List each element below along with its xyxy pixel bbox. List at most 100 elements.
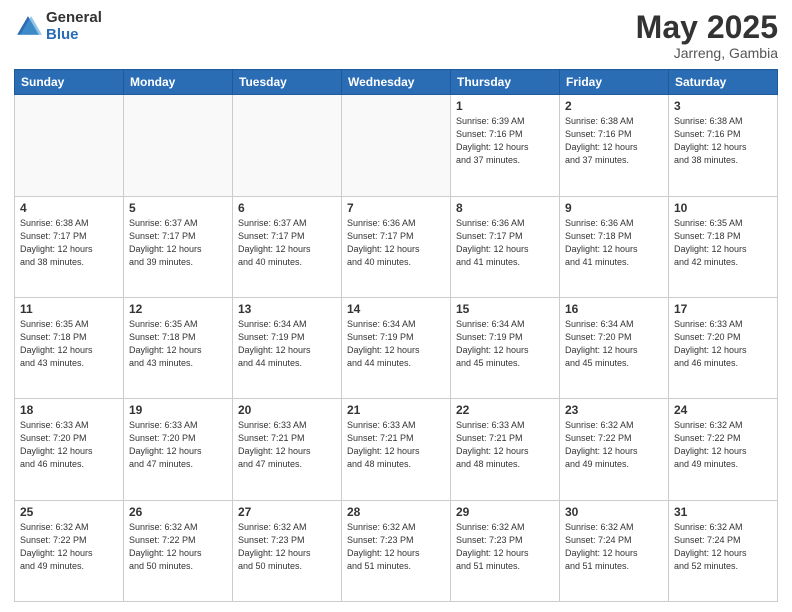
day-info: Sunrise: 6:33 AM Sunset: 7:20 PM Dayligh… bbox=[129, 419, 227, 471]
logo-icon bbox=[14, 13, 42, 41]
day-info: Sunrise: 6:35 AM Sunset: 7:18 PM Dayligh… bbox=[129, 318, 227, 370]
title-month: May 2025 bbox=[636, 10, 778, 45]
day-number: 31 bbox=[674, 505, 772, 519]
day-number: 25 bbox=[20, 505, 118, 519]
table-row: 2Sunrise: 6:38 AM Sunset: 7:16 PM Daylig… bbox=[560, 95, 669, 196]
col-wednesday: Wednesday bbox=[342, 70, 451, 95]
day-number: 4 bbox=[20, 201, 118, 215]
day-number: 22 bbox=[456, 403, 554, 417]
title-block: May 2025 Jarreng, Gambia bbox=[636, 10, 778, 61]
table-row: 19Sunrise: 6:33 AM Sunset: 7:20 PM Dayli… bbox=[124, 399, 233, 500]
header: General Blue May 2025 Jarreng, Gambia bbox=[14, 10, 778, 61]
week-row-4: 18Sunrise: 6:33 AM Sunset: 7:20 PM Dayli… bbox=[15, 399, 778, 500]
day-number: 8 bbox=[456, 201, 554, 215]
day-info: Sunrise: 6:35 AM Sunset: 7:18 PM Dayligh… bbox=[674, 217, 772, 269]
col-friday: Friday bbox=[560, 70, 669, 95]
table-row: 31 Sunrise: 6:32 AM Sunset: 7:24 PM Dayli… bbox=[669, 500, 778, 601]
table-row: 23Sunrise: 6:32 AM Sunset: 7:22 PM Dayli… bbox=[560, 399, 669, 500]
week-row-3: 11Sunrise: 6:35 AM Sunset: 7:18 PM Dayli… bbox=[15, 297, 778, 398]
day-number: 7 bbox=[347, 201, 445, 215]
table-row: 11Sunrise: 6:35 AM Sunset: 7:18 PM Dayli… bbox=[15, 297, 124, 398]
day-info: Sunrise: 6:36 AM Sunset: 7:18 PM Dayligh… bbox=[565, 217, 663, 269]
day-number: 6 bbox=[238, 201, 336, 215]
table-row: 30Sunrise: 6:32 AM Sunset: 7:24 PM Dayli… bbox=[560, 500, 669, 601]
day-info: Sunrise: 6:34 AM Sunset: 7:19 PM Dayligh… bbox=[238, 318, 336, 370]
day-number: 16 bbox=[565, 302, 663, 316]
day-info: Sunrise: 6:33 AM Sunset: 7:20 PM Dayligh… bbox=[674, 318, 772, 370]
day-number: 27 bbox=[238, 505, 336, 519]
table-row: 3Sunrise: 6:38 AM Sunset: 7:16 PM Daylig… bbox=[669, 95, 778, 196]
table-row: 1 Sunrise: 6:39 AM Sunset: 7:16 PM Daylig… bbox=[451, 95, 560, 196]
day-number: 10 bbox=[674, 201, 772, 215]
day-info: Sunrise: 6:32 AM Sunset: 7:22 PM Dayligh… bbox=[20, 521, 118, 573]
col-sunday: Sunday bbox=[15, 70, 124, 95]
table-row: 21Sunrise: 6:33 AM Sunset: 7:21 PM Dayli… bbox=[342, 399, 451, 500]
day-info: Sunrise: 6:37 AM Sunset: 7:17 PM Dayligh… bbox=[238, 217, 336, 269]
table-row: 24Sunrise: 6:32 AM Sunset: 7:22 PM Dayli… bbox=[669, 399, 778, 500]
day-number: 23 bbox=[565, 403, 663, 417]
table-row bbox=[124, 95, 233, 196]
table-row: 26 Sunrise: 6:32 AM Sunset: 7:22 PM Dayli… bbox=[124, 500, 233, 601]
day-number: 24 bbox=[674, 403, 772, 417]
col-tuesday: Tuesday bbox=[233, 70, 342, 95]
day-info: Sunrise: 6:36 AM Sunset: 7:17 PM Dayligh… bbox=[456, 217, 554, 269]
table-row: 27 Sunrise: 6:32 AM Sunset: 7:23 PM Dayli… bbox=[233, 500, 342, 601]
table-row bbox=[15, 95, 124, 196]
col-thursday: Thursday bbox=[451, 70, 560, 95]
page: General Blue May 2025 Jarreng, Gambia Su… bbox=[0, 0, 792, 612]
day-info: Sunrise: 6:34 AM Sunset: 7:19 PM Dayligh… bbox=[347, 318, 445, 370]
day-info: Sunrise: 6:32 AM Sunset: 7:23 PM Dayligh… bbox=[456, 521, 554, 573]
day-info: Sunrise: 6:33 AM Sunset: 7:20 PM Dayligh… bbox=[20, 419, 118, 471]
day-info: Sunrise: 6:36 AM Sunset: 7:17 PM Dayligh… bbox=[347, 217, 445, 269]
table-row: 4 Sunrise: 6:38 AM Sunset: 7:17 PM Daylig… bbox=[15, 196, 124, 297]
calendar-header-row: Sunday Monday Tuesday Wednesday Thursday… bbox=[15, 70, 778, 95]
day-info: Sunrise: 6:32 AM Sunset: 7:23 PM Dayligh… bbox=[238, 521, 336, 573]
day-number: 15 bbox=[456, 302, 554, 316]
day-number: 28 bbox=[347, 505, 445, 519]
day-number: 14 bbox=[347, 302, 445, 316]
table-row: 13 Sunrise: 6:34 AM Sunset: 7:19 PM Dayli… bbox=[233, 297, 342, 398]
table-row: 28 Sunrise: 6:32 AM Sunset: 7:23 PM Dayli… bbox=[342, 500, 451, 601]
table-row: 22Sunrise: 6:33 AM Sunset: 7:21 PM Dayli… bbox=[451, 399, 560, 500]
day-info: Sunrise: 6:39 AM Sunset: 7:16 PM Dayligh… bbox=[456, 115, 554, 167]
table-row bbox=[342, 95, 451, 196]
day-info: Sunrise: 6:32 AM Sunset: 7:24 PM Dayligh… bbox=[674, 521, 772, 573]
col-saturday: Saturday bbox=[669, 70, 778, 95]
day-number: 26 bbox=[129, 505, 227, 519]
table-row: 6 Sunrise: 6:37 AM Sunset: 7:17 PM Daylig… bbox=[233, 196, 342, 297]
logo-general: General bbox=[46, 10, 102, 27]
day-info: Sunrise: 6:33 AM Sunset: 7:21 PM Dayligh… bbox=[238, 419, 336, 471]
day-number: 13 bbox=[238, 302, 336, 316]
day-info: Sunrise: 6:32 AM Sunset: 7:23 PM Dayligh… bbox=[347, 521, 445, 573]
table-row: 20 Sunrise: 6:33 AM Sunset: 7:21 PM Dayli… bbox=[233, 399, 342, 500]
table-row: 29Sunrise: 6:32 AM Sunset: 7:23 PM Dayli… bbox=[451, 500, 560, 601]
table-row: 17 Sunrise: 6:33 AM Sunset: 7:20 PM Dayli… bbox=[669, 297, 778, 398]
day-info: Sunrise: 6:35 AM Sunset: 7:18 PM Dayligh… bbox=[20, 318, 118, 370]
day-number: 3 bbox=[674, 99, 772, 113]
week-row-5: 25 Sunrise: 6:32 AM Sunset: 7:22 PM Dayli… bbox=[15, 500, 778, 601]
week-row-1: 1 Sunrise: 6:39 AM Sunset: 7:16 PM Daylig… bbox=[15, 95, 778, 196]
day-info: Sunrise: 6:33 AM Sunset: 7:21 PM Dayligh… bbox=[347, 419, 445, 471]
table-row: 9Sunrise: 6:36 AM Sunset: 7:18 PM Daylig… bbox=[560, 196, 669, 297]
table-row: 18Sunrise: 6:33 AM Sunset: 7:20 PM Dayli… bbox=[15, 399, 124, 500]
day-info: Sunrise: 6:38 AM Sunset: 7:17 PM Dayligh… bbox=[20, 217, 118, 269]
day-number: 20 bbox=[238, 403, 336, 417]
table-row: 10 Sunrise: 6:35 AM Sunset: 7:18 PM Dayli… bbox=[669, 196, 778, 297]
logo-text: General Blue bbox=[46, 10, 102, 43]
day-number: 17 bbox=[674, 302, 772, 316]
day-number: 30 bbox=[565, 505, 663, 519]
day-number: 12 bbox=[129, 302, 227, 316]
day-info: Sunrise: 6:32 AM Sunset: 7:22 PM Dayligh… bbox=[129, 521, 227, 573]
day-number: 1 bbox=[456, 99, 554, 113]
table-row bbox=[233, 95, 342, 196]
day-info: Sunrise: 6:38 AM Sunset: 7:16 PM Dayligh… bbox=[565, 115, 663, 167]
table-row: 8 Sunrise: 6:36 AM Sunset: 7:17 PM Daylig… bbox=[451, 196, 560, 297]
col-monday: Monday bbox=[124, 70, 233, 95]
logo-blue: Blue bbox=[46, 27, 102, 44]
table-row: 15Sunrise: 6:34 AM Sunset: 7:19 PM Dayli… bbox=[451, 297, 560, 398]
table-row: 7 Sunrise: 6:36 AM Sunset: 7:17 PM Daylig… bbox=[342, 196, 451, 297]
logo: General Blue bbox=[14, 10, 102, 43]
table-row: 25 Sunrise: 6:32 AM Sunset: 7:22 PM Dayli… bbox=[15, 500, 124, 601]
title-location: Jarreng, Gambia bbox=[636, 45, 778, 61]
table-row: 16Sunrise: 6:34 AM Sunset: 7:20 PM Dayli… bbox=[560, 297, 669, 398]
